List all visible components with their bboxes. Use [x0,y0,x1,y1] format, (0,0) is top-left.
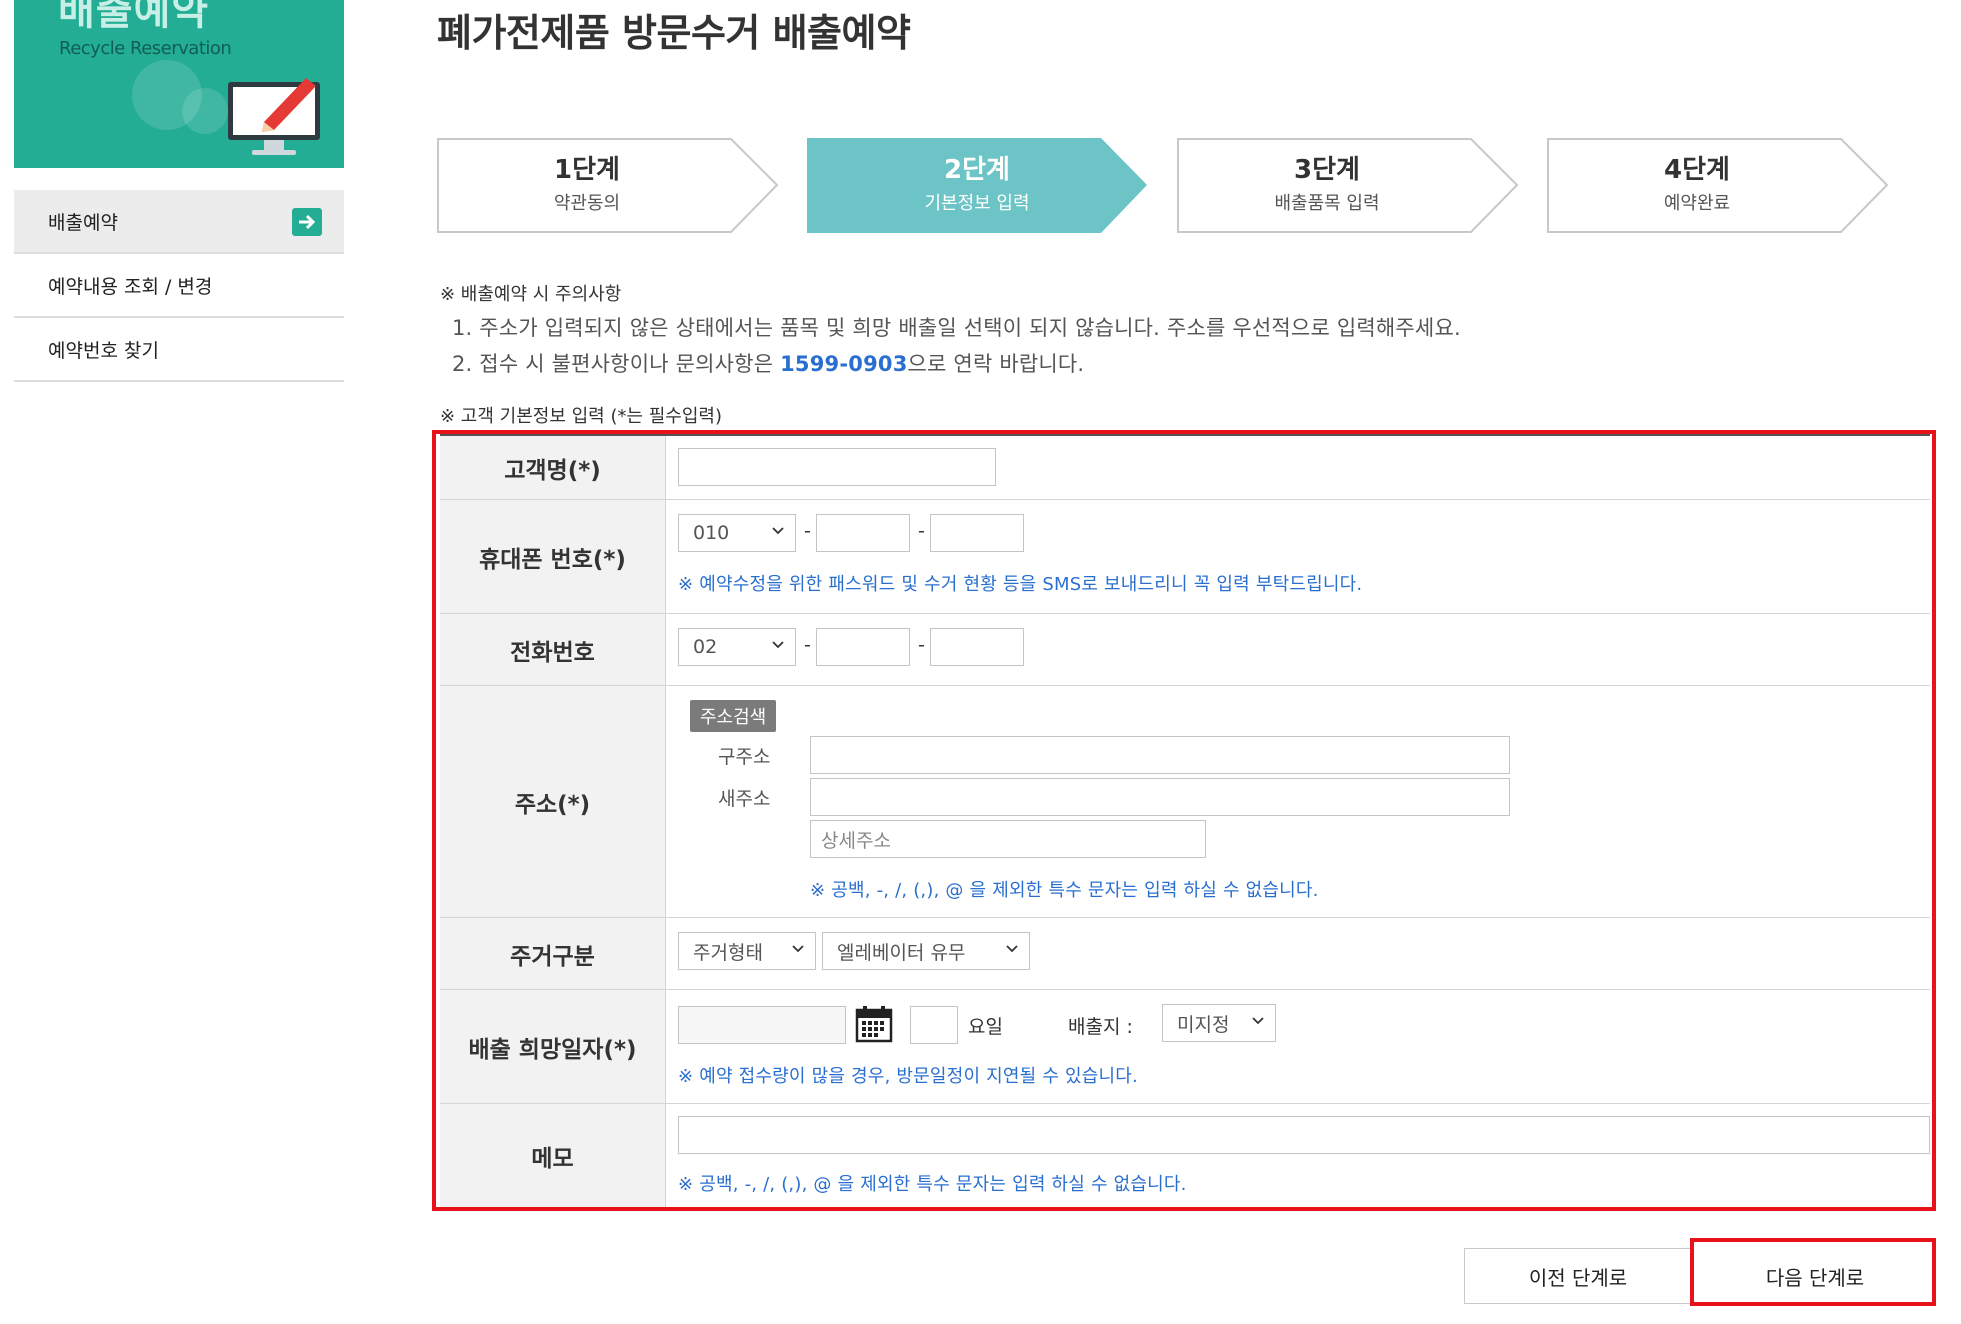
step-description: 기본정보 입력 [924,192,1030,214]
sidebar-menu: 배출예약 예약내용 조회 / 변경 예약번호 찾기 [14,190,344,382]
sidebar-banner: 배출예약 Recycle Reservation [14,0,344,168]
step-description: 배출품목 입력 [1274,192,1380,214]
step-description: 예약완료 [1663,192,1731,214]
sidebar-item-label: 배출예약 [48,211,118,234]
sidebar-item-find-number[interactable]: 예약번호 찾기 [14,318,344,382]
section-label: ※ 고객 기본정보 입력 (*는 필수입력) [440,406,723,427]
banner-title: 배출예약 [58,0,210,34]
step-number: 2단계 [944,155,1010,186]
sidebar-item-label: 예약내용 조회 / 변경 [48,275,213,298]
next-button-highlight-outline [1690,1238,1936,1306]
form-highlight-outline [432,430,1936,1211]
arrow-right-icon [292,208,322,236]
step-indicator: 1단계약관동의 2단계기본정보 입력 3단계배출품목 입력 4단계예약완료 [437,138,1897,233]
step-number: 3단계 [1294,155,1360,186]
notice-line-2: 2. 접수 시 불편사항이나 문의사항은 1599-0903으로 연락 바랍니다… [452,348,1461,378]
notice-line-1: 1. 주소가 입력되지 않은 상태에서는 품목 및 희망 배출일 선택이 되지 … [452,316,1461,340]
banner-decoration [182,88,228,134]
sidebar-item-reservation[interactable]: 배출예약 [14,190,344,254]
contact-phone: 1599-0903 [780,352,908,376]
notice-text: 으로 연락 바랍니다. [907,352,1085,376]
prev-step-button[interactable]: 이전 단계로 [1464,1248,1692,1304]
step-number: 4단계 [1664,155,1730,186]
notice-heading: ※ 배출예약 시 주의사항 [440,284,622,305]
step-number: 1단계 [554,155,620,186]
sidebar-item-label: 예약번호 찾기 [48,339,159,362]
notice: ※ 배출예약 시 주의사항 1. 주소가 입력되지 않은 상태에서는 품목 및 … [440,280,1461,378]
page-title: 폐가전제품 방문수거 배출예약 [437,11,911,55]
sidebar-item-lookup[interactable]: 예약내용 조회 / 변경 [14,254,344,318]
step-description: 약관동의 [553,192,621,214]
monitor-pencil-icon [228,78,320,155]
notice-text: 2. 접수 시 불편사항이나 문의사항은 [452,352,781,376]
banner-subtitle: Recycle Reservation [59,38,232,59]
